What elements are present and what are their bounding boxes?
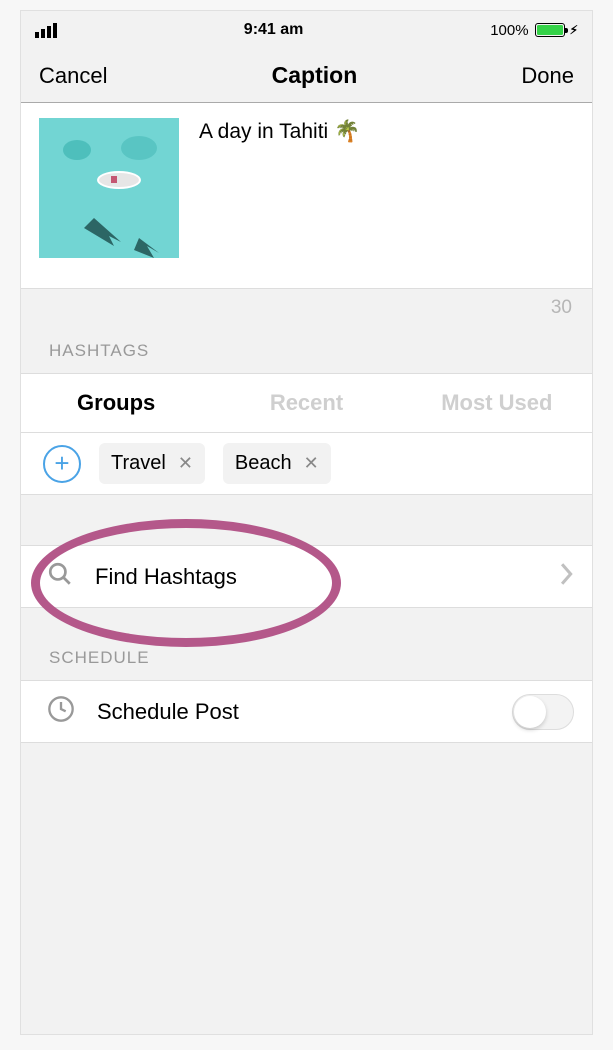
add-group-button[interactable]: +	[43, 445, 81, 483]
status-time: 9:41 am	[244, 21, 304, 39]
chip-label: Beach	[235, 452, 292, 475]
tab-groups[interactable]: Groups	[21, 374, 211, 432]
post-thumbnail[interactable]	[39, 118, 179, 258]
hashtag-chip[interactable]: Travel ✕	[99, 443, 205, 484]
schedule-toggle[interactable]	[512, 694, 574, 730]
schedule-post-label: Schedule Post	[97, 699, 512, 725]
hashtag-group-chips: + Travel ✕ Beach ✕	[21, 433, 592, 495]
caption-input[interactable]: A day in Tahiti 🌴	[199, 118, 360, 258]
page-title: Caption	[272, 62, 358, 89]
charging-icon: ⚡︎	[570, 23, 578, 37]
tab-most-used[interactable]: Most Used	[402, 374, 592, 432]
chevron-right-icon	[560, 563, 574, 591]
schedule-post-row: Schedule Post	[21, 680, 592, 743]
hashtags-section-header: HASHTAGS	[21, 319, 592, 373]
hashtag-chip[interactable]: Beach ✕	[223, 443, 331, 484]
find-hashtags-label: Find Hashtags	[95, 564, 560, 590]
chip-label: Travel	[111, 452, 166, 475]
done-button[interactable]: Done	[521, 63, 574, 89]
battery-percent: 100%	[490, 22, 528, 39]
remove-chip-icon[interactable]: ✕	[304, 453, 319, 474]
schedule-section-header: SCHEDULE	[21, 608, 592, 680]
hashtag-tabs: Groups Recent Most Used	[21, 373, 592, 433]
find-hashtags-row[interactable]: Find Hashtags	[21, 545, 592, 608]
nav-bar: Cancel Caption Done	[21, 49, 592, 103]
cancel-button[interactable]: Cancel	[39, 63, 107, 89]
tab-recent[interactable]: Recent	[211, 374, 401, 432]
search-icon	[47, 561, 73, 592]
clock-icon	[47, 695, 75, 728]
plus-icon: +	[54, 450, 69, 476]
remove-chip-icon[interactable]: ✕	[178, 453, 193, 474]
status-bar: 9:41 am 100% ⚡︎	[21, 11, 592, 49]
character-count: 30	[21, 289, 592, 319]
battery-icon	[535, 23, 565, 37]
caption-editor: A day in Tahiti 🌴	[21, 103, 592, 289]
signal-icon	[35, 23, 57, 38]
